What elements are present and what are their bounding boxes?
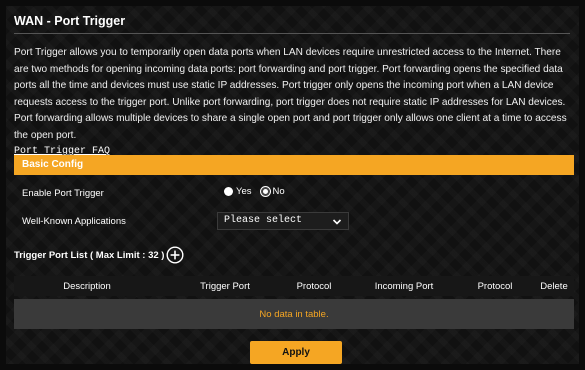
radio-no-label[interactable]: No <box>273 186 285 197</box>
col-trigger-port: Trigger Port <box>200 281 250 292</box>
col-description: Description <box>63 281 111 292</box>
enable-port-trigger-radio-group: Yes No <box>224 186 291 197</box>
radio-yes[interactable] <box>224 187 233 196</box>
enable-port-trigger-label: Enable Port Trigger <box>22 188 104 199</box>
radio-no[interactable] <box>260 187 270 196</box>
table-header: Description Trigger Port Protocol Incomi… <box>14 276 574 296</box>
description-text: Port Trigger allows you to temporarily o… <box>14 47 567 141</box>
basic-config-header: Basic Config <box>14 155 574 175</box>
col-incoming-port: Incoming Port <box>374 281 434 292</box>
radio-yes-label[interactable]: Yes <box>236 186 252 197</box>
well-known-apps-label: Well-Known Applications <box>22 216 126 227</box>
title-divider <box>14 33 570 34</box>
basic-config-title: Basic Config <box>22 159 84 170</box>
page-title: WAN - Port Trigger <box>14 14 126 28</box>
empty-table-text: No data in table. <box>259 309 329 320</box>
chevron-down-icon <box>332 219 342 225</box>
col-incoming-protocol: Protocol <box>477 281 513 292</box>
col-delete: Delete <box>540 281 568 292</box>
col-protocol: Protocol <box>296 281 332 292</box>
trigger-port-list-title: Trigger Port List ( Max Limit : 32 ) <box>14 250 165 261</box>
well-known-apps-select[interactable]: Please select <box>217 212 349 230</box>
empty-table-row: No data in table. <box>14 299 574 329</box>
select-value: Please select <box>224 215 303 226</box>
page-description: Port Trigger allows you to temporarily o… <box>14 45 574 161</box>
plus-circle-icon[interactable] <box>166 246 184 264</box>
apply-button[interactable]: Apply <box>250 341 342 364</box>
